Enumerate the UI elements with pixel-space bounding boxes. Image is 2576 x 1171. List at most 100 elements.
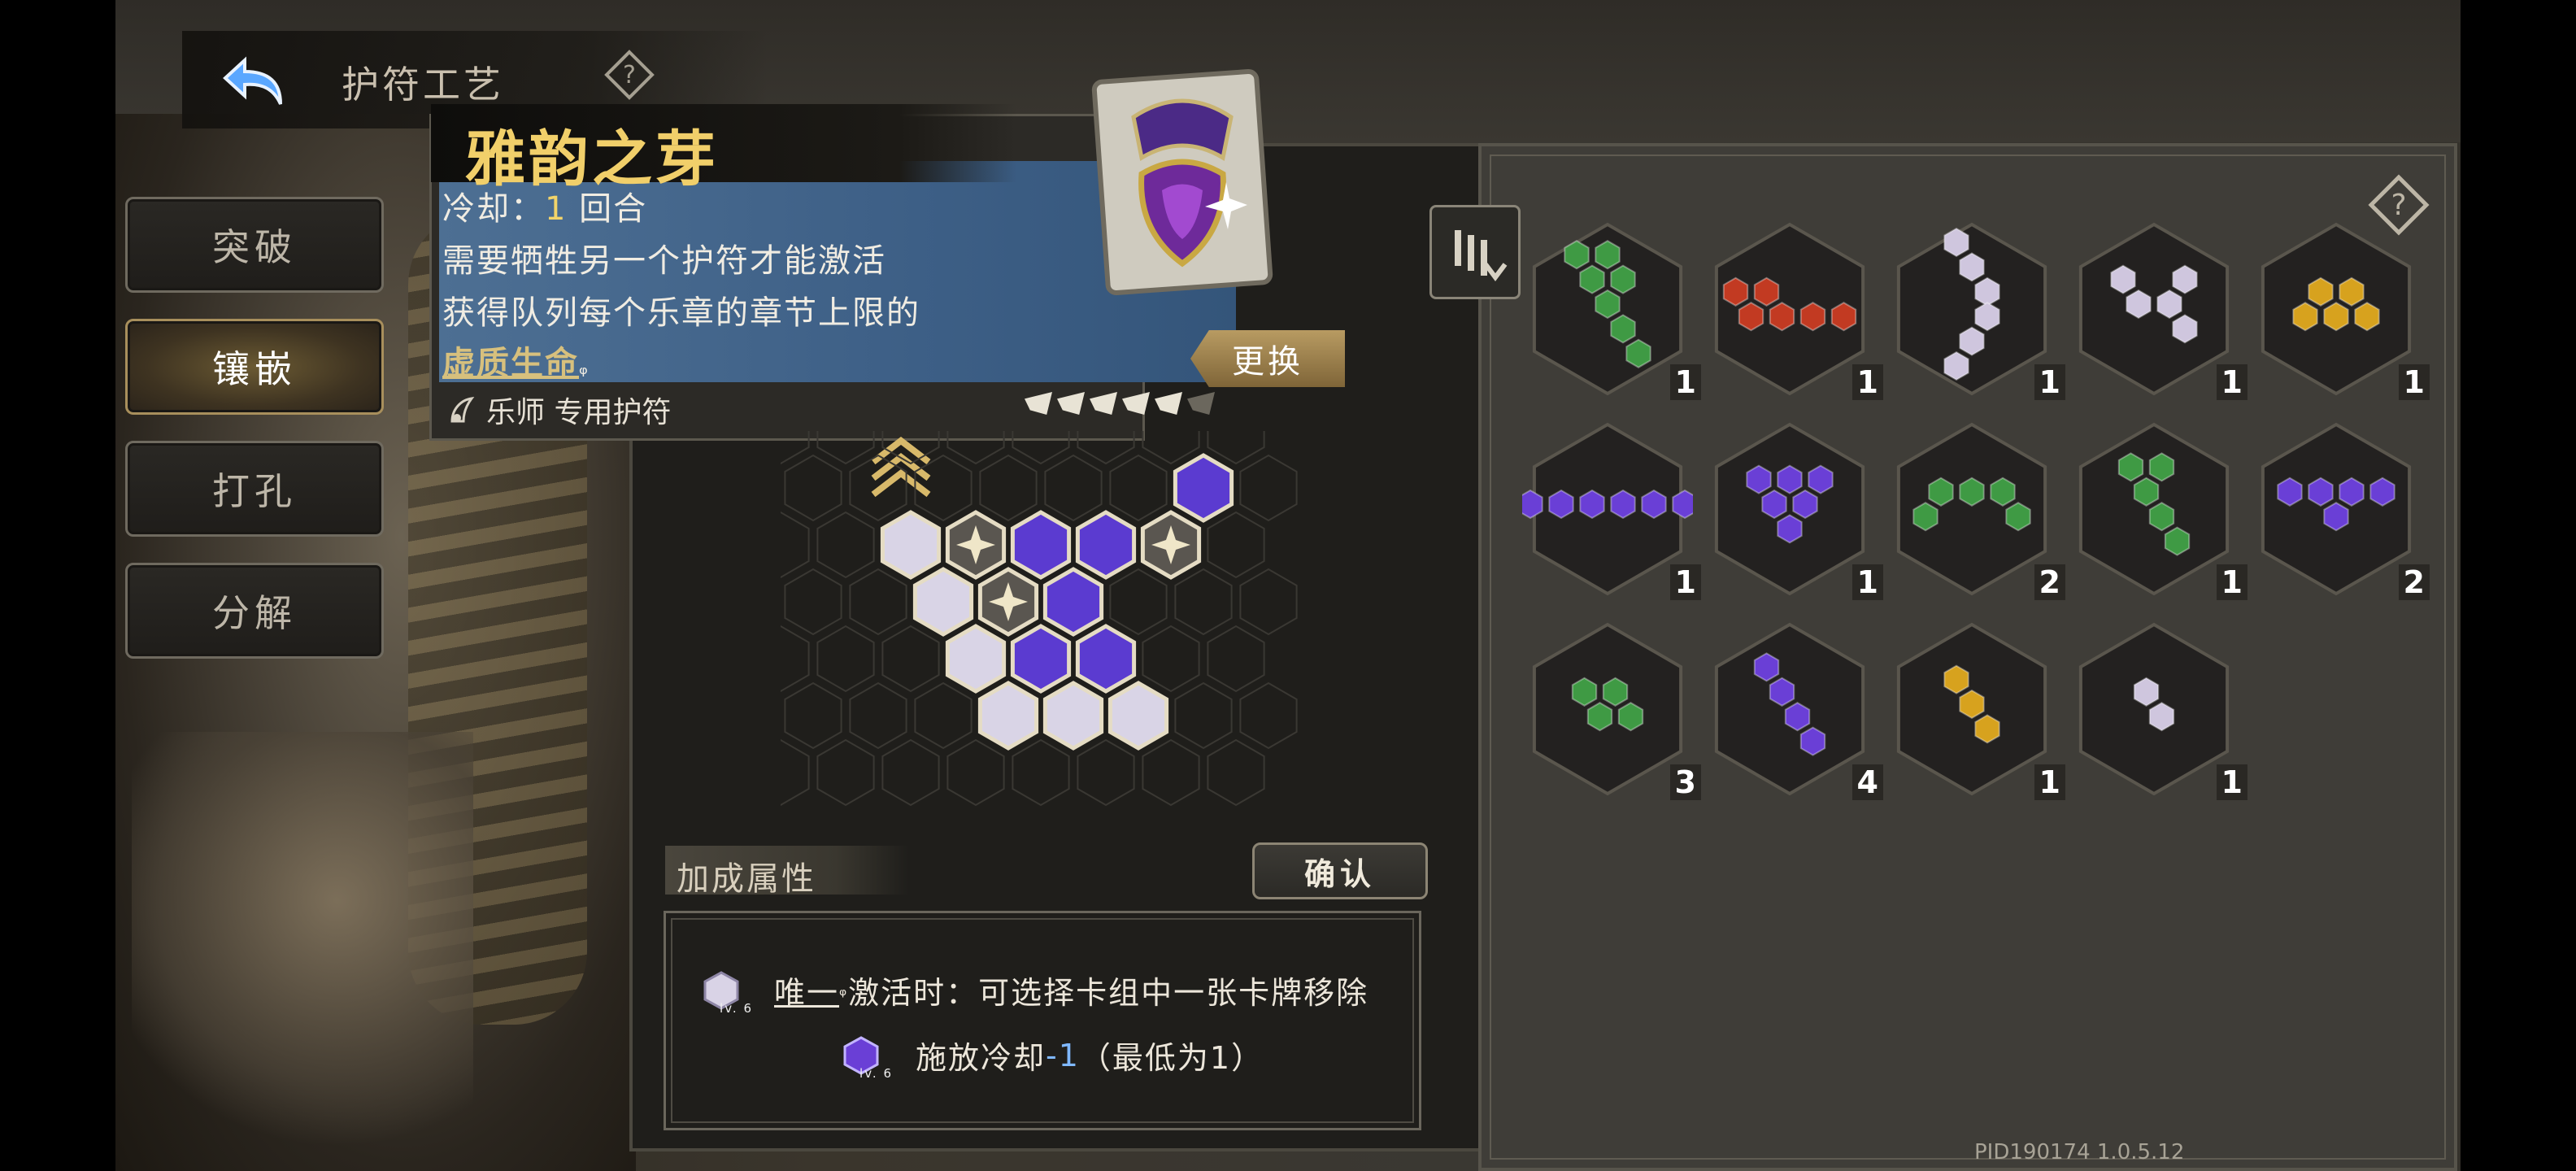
confirm-button[interactable]: 确认 (1252, 842, 1428, 899)
purple-gem-socket[interactable] (1042, 567, 1104, 637)
grid-cell[interactable] (781, 738, 810, 807)
bonus-title-band: 加成属性 (665, 846, 909, 898)
purple-gem-socket[interactable] (1075, 624, 1137, 694)
purple-gem-socket[interactable] (1075, 510, 1137, 580)
grid-cell[interactable] (881, 625, 940, 693)
grid-cell[interactable] (946, 431, 1005, 465)
grid-cell[interactable] (1207, 431, 1265, 465)
menu-inlay[interactable]: 镶嵌 (125, 319, 384, 415)
purple-gem-icon (1777, 464, 1803, 494)
grid-cell[interactable] (816, 625, 875, 693)
gem-slot[interactable]: 2 (1886, 413, 2065, 605)
grid-cell[interactable] (781, 625, 810, 693)
purple-gem-socket[interactable] (1010, 510, 1072, 580)
grid-cell[interactable] (1142, 738, 1200, 807)
grid-cell[interactable] (849, 681, 907, 750)
gem-slot[interactable]: 2 (2251, 413, 2430, 605)
gem-slot[interactable]: 1 (1522, 213, 1701, 405)
gem-count: 1 (2216, 564, 2247, 600)
grid-cell[interactable] (816, 511, 875, 579)
grid-cell[interactable] (1077, 738, 1135, 807)
grid-cell[interactable] (1174, 681, 1233, 750)
grid-cell[interactable] (784, 568, 842, 636)
white-gem-socket[interactable] (1107, 681, 1169, 751)
grid-cell[interactable] (1239, 681, 1298, 750)
purple-gem-socket[interactable] (1173, 453, 1234, 523)
red-gem-icon (1799, 302, 1826, 332)
grid-cell[interactable] (1044, 454, 1103, 522)
white-gem-icon (2172, 314, 2198, 344)
grid-cell[interactable] (881, 431, 940, 465)
grid-cell[interactable] (849, 454, 907, 522)
gem-slot[interactable]: 1 (2251, 213, 2430, 405)
gem-slot[interactable]: 1 (2069, 413, 2247, 605)
gem-slot[interactable]: 1 (1704, 413, 1883, 605)
white-gem-socket[interactable] (912, 567, 974, 637)
grid-cell[interactable] (781, 511, 810, 579)
grid-cell[interactable] (1207, 511, 1265, 579)
swap-button[interactable]: 更换 (1190, 330, 1345, 387)
purple-gem-icon (1808, 464, 1834, 494)
grid-cell[interactable] (784, 454, 842, 522)
grid-cell[interactable] (1012, 431, 1070, 465)
gem-slot[interactable]: 1 (1704, 213, 1883, 405)
grid-cell[interactable] (849, 568, 907, 636)
gem-level: lv. 6 (720, 1000, 753, 1016)
white-gem-socket[interactable] (945, 624, 1007, 694)
grid-cell[interactable] (781, 431, 810, 465)
grid-cell[interactable] (816, 738, 875, 807)
menu-label: 镶嵌 (212, 347, 297, 391)
grid-cell[interactable] (979, 454, 1038, 522)
purple-gem-socket[interactable] (1010, 624, 1072, 694)
grid-cell[interactable] (1142, 431, 1200, 465)
grid-cell[interactable] (1239, 454, 1298, 522)
white-gem-socket[interactable] (1042, 681, 1104, 751)
grid-cell[interactable] (1207, 625, 1265, 693)
white-gem-socket[interactable] (880, 510, 942, 580)
grid-cell[interactable] (784, 681, 842, 750)
gem-slot[interactable]: 1 (1886, 613, 2065, 805)
white-gem-icon (2172, 264, 2198, 294)
socket-grid[interactable] (781, 431, 1301, 870)
grid-cell[interactable] (1174, 568, 1233, 636)
help-icon[interactable]: ? (603, 49, 655, 101)
gem-piece (2261, 422, 2412, 596)
white-gem-socket[interactable] (977, 681, 1039, 751)
gem-slot[interactable]: 3 (1522, 613, 1701, 805)
menu-decompose[interactable]: 分解 (125, 563, 384, 659)
gem-slot[interactable]: 1 (1886, 213, 2065, 405)
grid-cell[interactable] (1109, 568, 1168, 636)
grid-cell[interactable] (1239, 568, 1298, 636)
gem-piece (1714, 622, 1865, 796)
gem-count: 1 (2216, 364, 2247, 400)
keyword-link[interactable]: 虚质生命 (442, 345, 579, 382)
grid-cell[interactable] (1077, 431, 1135, 465)
grid-cell[interactable] (1109, 454, 1168, 522)
menu-punch[interactable]: 打孔 (125, 441, 384, 537)
gem-slot[interactable]: 1 (2069, 213, 2247, 405)
grid-cell[interactable] (1207, 738, 1265, 807)
gem-slot[interactable]: 1 (2069, 613, 2247, 805)
charm-class-text: 乐师 专用护符 (486, 396, 672, 429)
yellow-gem-icon (2323, 302, 2349, 332)
grid-cell[interactable] (914, 454, 973, 522)
grid-cell[interactable] (816, 431, 875, 465)
charm-class: 乐师 专用护符 (446, 389, 671, 431)
purple-gem-icon (2277, 477, 2303, 507)
gem-slot[interactable]: 4 (1704, 613, 1883, 805)
gem-slot[interactable]: 1 (1517, 413, 1701, 605)
menu-breakthrough[interactable]: 突破 (125, 197, 384, 293)
back-button[interactable] (218, 46, 291, 119)
grid-cell[interactable] (946, 738, 1005, 807)
red-gem-icon (1738, 302, 1764, 332)
grid-cell[interactable] (1012, 738, 1070, 807)
charm-desc-1: 需要牺牲另一个护符才能激活 (442, 242, 886, 280)
grid-cell[interactable] (914, 681, 973, 750)
sort-button[interactable] (1429, 205, 1521, 299)
grid-cell[interactable] (881, 738, 940, 807)
white-gem-icon (2110, 264, 2136, 294)
cooldown-value: 1 (545, 190, 568, 228)
keyword-unique[interactable]: 唯一 (774, 968, 839, 1012)
charm-cooldown: 冷却：1 回合 (442, 182, 647, 229)
grid-cell[interactable] (1142, 625, 1200, 693)
